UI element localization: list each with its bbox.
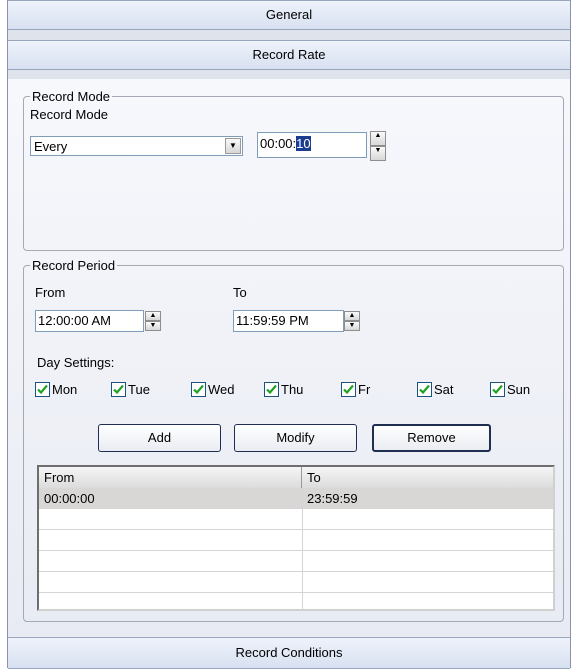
interval-spinner[interactable]: ▲ ▼ [370, 131, 386, 161]
day-label: Mon [52, 382, 78, 397]
interval-input[interactable]: 00:00:10 [257, 132, 367, 158]
column-header-from[interactable]: From [39, 467, 302, 488]
day-label: Sun [507, 382, 531, 397]
to-time-input[interactable]: 11:59:59 PM [233, 310, 344, 332]
section-record-rate-header[interactable]: Record Rate [8, 40, 570, 70]
spin-up-icon[interactable]: ▲ [145, 311, 161, 321]
column-header-to[interactable]: To [302, 467, 553, 488]
checkmark-icon[interactable] [490, 382, 505, 397]
cell-from: 00:00:00 [44, 491, 95, 506]
table-row-empty [39, 509, 553, 530]
from-time-input[interactable]: 12:00:00 AM [35, 310, 144, 332]
day-label: Wed [208, 382, 235, 397]
to-time-value: 11:59:59 PM [236, 313, 309, 328]
day-settings-label: Day Settings: [37, 355, 115, 370]
checkmark-icon[interactable] [264, 382, 279, 397]
table-header: From To [39, 467, 553, 489]
settings-panel: General Record Rate Record Mode Record M… [7, 0, 571, 669]
day-label: Tue [128, 382, 150, 397]
table-row-empty [39, 572, 553, 593]
checkmark-icon[interactable] [111, 382, 126, 397]
record-mode-group-title: Record Mode [32, 89, 111, 104]
section-record-conditions-header[interactable]: Record Conditions [8, 637, 570, 669]
day-label: Fr [358, 382, 371, 397]
modify-button[interactable]: Modify [234, 424, 357, 452]
spin-down-icon[interactable]: ▼ [145, 321, 161, 331]
interval-prefix: 00:00: [260, 136, 297, 151]
chevron-down-icon[interactable]: ▼ [225, 138, 241, 154]
checkmark-icon[interactable] [191, 382, 206, 397]
record-mode-label: Record Mode [30, 107, 109, 122]
record-rate-content: Record Mode Record Mode Every ▼ 00:00:10… [8, 79, 570, 637]
add-button[interactable]: Add [98, 424, 221, 452]
to-time-spinner[interactable]: ▲ ▼ [344, 311, 360, 331]
checkmark-icon[interactable] [417, 382, 432, 397]
cell-to: 23:59:59 [307, 491, 358, 506]
spin-down-icon[interactable]: ▼ [344, 321, 360, 331]
record-period-group-title: Record Period [32, 258, 116, 273]
from-time-value: 12:00:00 AM [38, 313, 111, 328]
checkmark-icon[interactable] [341, 382, 356, 397]
from-time-spinner[interactable]: ▲ ▼ [145, 311, 161, 331]
checkmark-icon[interactable] [35, 382, 50, 397]
table-row-empty [39, 551, 553, 572]
section-general-header[interactable]: General [8, 0, 570, 30]
table-row[interactable]: 00:00:00 23:59:59 [39, 488, 553, 509]
spin-up-icon[interactable]: ▲ [344, 311, 360, 321]
spin-down-icon[interactable]: ▼ [370, 146, 386, 161]
interval-selected-text: 10 [296, 136, 311, 151]
record-period-table[interactable]: From To 00:00:00 23:59:59 [37, 465, 555, 611]
day-label: Thu [281, 382, 304, 397]
record-mode-dropdown[interactable]: Every ▼ [30, 136, 243, 156]
remove-button[interactable]: Remove [372, 424, 491, 452]
column-divider [302, 488, 303, 609]
day-label: Sat [434, 382, 454, 397]
spin-up-icon[interactable]: ▲ [370, 131, 386, 146]
table-row-empty [39, 530, 553, 551]
record-mode-value: Every [34, 139, 68, 154]
to-label: To [233, 285, 247, 300]
from-label: From [35, 285, 66, 300]
